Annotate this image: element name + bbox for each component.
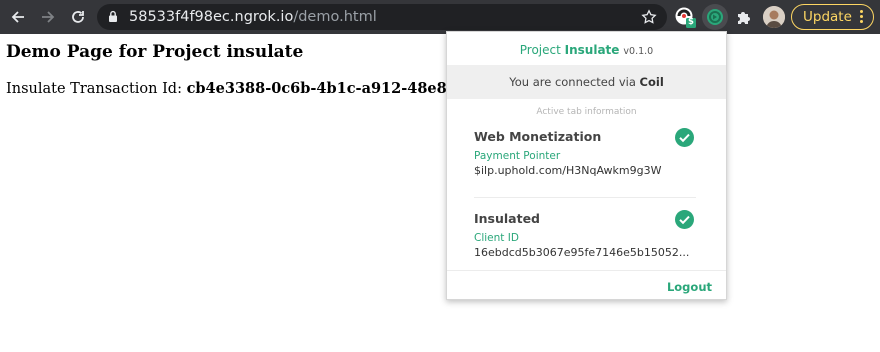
bookmark-star-icon[interactable] [641,9,657,25]
profile-avatar-icon [763,6,785,28]
client-id-label: Client ID [474,232,519,244]
section-divider [474,197,696,198]
connection-status: You are connected via Coil [447,65,726,99]
insulate-extension-button[interactable] [702,4,728,30]
popup-title-prefix: Project [519,43,565,57]
connection-provider: Coil [639,75,664,89]
extension-dollar-badge: $ [688,17,694,27]
client-id-value: 16ebdcd5b3067e95fe7146e5b15052... [474,246,690,259]
monetization-title: Web Monetization [474,129,602,144]
update-label: Update [803,9,852,25]
active-tab-caption: Active tab information [536,107,637,117]
more-vertical-icon [860,10,864,24]
forward-arrow-icon [42,11,55,23]
insulated-check-icon [675,210,694,229]
payment-pointer-value: $ilp.uphold.com/H3NqAwkm9g3W [474,164,662,177]
popup-header: Project Insulate v0.1.0 [447,32,726,65]
forward-button[interactable] [38,7,58,27]
profile-avatar[interactable] [763,6,785,28]
popup-title-brand: Insulate [564,43,620,57]
insulated-title: Insulated [474,211,541,226]
url-path: /demo.html [293,9,377,25]
back-button[interactable] [8,7,28,27]
reload-button[interactable] [68,7,88,27]
insulate-popup: Project Insulate v0.1.0 You are connected… [446,31,727,300]
coil-extension-button[interactable]: $ [674,6,696,28]
monetization-check-icon [675,128,694,147]
browser-toolbar: 58533f4f98ec.ngrok.io/demo.html $ Update [0,0,880,34]
insulate-extension-icon [707,9,723,25]
puzzle-piece-icon [738,12,750,24]
transaction-id-label: Insulate Transaction Id: [6,81,187,97]
reload-icon [72,11,84,23]
popup-version: v0.1.0 [623,46,654,57]
connection-text: You are connected via [509,75,640,89]
payment-pointer-label: Payment Pointer [474,150,561,162]
lock-icon [109,10,117,22]
url-host: 58533f4f98ec.ngrok.io [129,9,294,25]
back-arrow-icon [11,11,24,23]
extensions-menu-button[interactable] [734,6,756,28]
page-heading: Demo Page for Project insulate [6,42,304,62]
url-text: 58533f4f98ec.ngrok.io/demo.html [129,8,377,26]
address-bar[interactable]: 58533f4f98ec.ngrok.io/demo.html [97,4,667,30]
logout-button[interactable]: Logout [667,280,712,294]
footer-divider [447,270,726,271]
update-button[interactable]: Update [791,4,874,30]
